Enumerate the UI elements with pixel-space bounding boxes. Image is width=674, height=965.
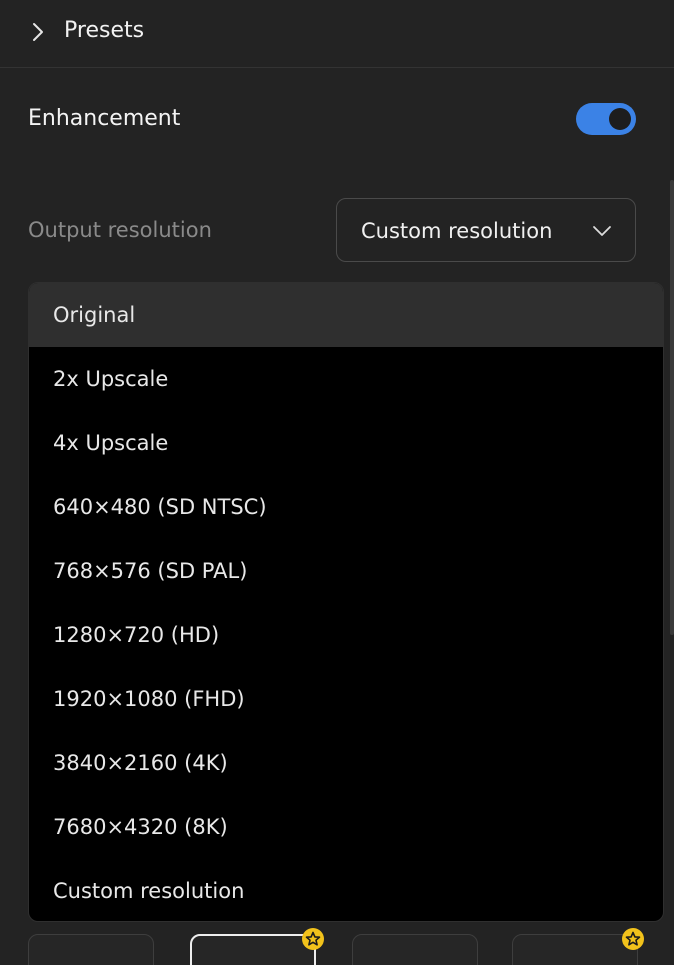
resolution-option[interactable]: 7680×4320 (8K)	[29, 795, 663, 859]
enhancement-toggle[interactable]	[576, 103, 636, 135]
premium-star-icon	[302, 928, 324, 950]
resolution-option[interactable]: 1920×1080 (FHD)	[29, 667, 663, 731]
resolution-option[interactable]: 640×480 (SD NTSC)	[29, 475, 663, 539]
premium-star-icon	[622, 928, 644, 950]
resolution-dropdown-list: Original 2x Upscale 4x Upscale 640×480 (SD …	[28, 282, 664, 922]
toggle-knob	[609, 108, 631, 130]
output-resolution-value: Custom resolution	[361, 219, 553, 243]
enhancement-panel: Presets Enhancement Output resolution Cu…	[0, 0, 674, 965]
resolution-option[interactable]: 4x Upscale	[29, 411, 663, 475]
output-resolution-select[interactable]: Custom resolution	[336, 198, 636, 262]
resolution-option[interactable]: 3840×2160 (4K)	[29, 731, 663, 795]
resolution-option[interactable]: 768×576 (SD PAL)	[29, 539, 663, 603]
preset-thumbnail[interactable]	[28, 934, 154, 965]
presets-title: Presets	[64, 18, 145, 43]
enhancement-label: Enhancement	[28, 106, 181, 131]
output-resolution-label: Output resolution	[28, 218, 212, 242]
resolution-option[interactable]: 1280×720 (HD)	[29, 603, 663, 667]
preset-thumbnail-selected[interactable]	[190, 934, 316, 965]
presets-header[interactable]: Presets	[0, 0, 674, 68]
resolution-option[interactable]: Original	[29, 283, 663, 347]
resolution-option[interactable]: Custom resolution	[29, 859, 663, 921]
chevron-right-icon	[33, 23, 43, 41]
preset-thumbnail[interactable]	[352, 934, 478, 965]
preset-thumbnail[interactable]	[512, 934, 638, 965]
panel-scrollbar[interactable]	[670, 180, 674, 635]
resolution-option[interactable]: 2x Upscale	[29, 347, 663, 411]
chevron-down-icon	[593, 226, 611, 236]
